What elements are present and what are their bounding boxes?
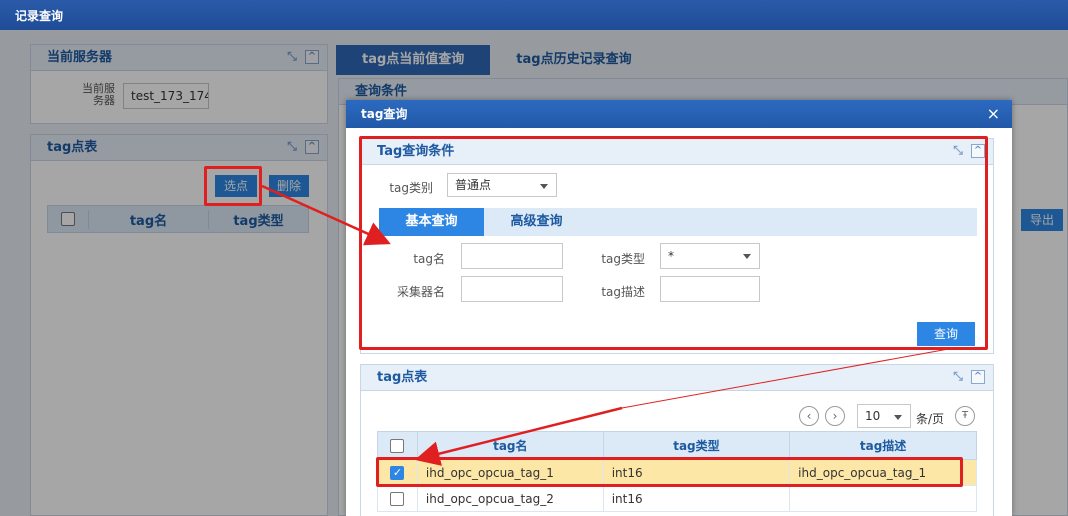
tag-list-panel: tag点表 ⤡ ^ ‹ › 10 条/页 Ŧ tag名 tag类型 tag描述 <box>360 364 994 516</box>
table-row[interactable]: ihd_opc_opcua_tag_2 int16 <box>377 485 977 512</box>
table-row[interactable]: ✓ ihd_opc_opcua_tag_1 int16 ihd_opc_opcu… <box>377 459 977 486</box>
collector-label: 采集器名 <box>396 285 445 299</box>
tag-condition-panel: Tag查询条件 ⤡ ^ tag类别 普通点 基本查询 高级查询 tag名 tag… <box>360 138 994 354</box>
prev-page-icon[interactable]: ‹ <box>799 406 819 426</box>
header-tag-name[interactable]: tag名 <box>416 431 604 460</box>
header-tag-desc[interactable]: tag描述 <box>789 431 977 460</box>
page-size-select[interactable]: 10 <box>857 404 911 428</box>
row-checkbox-cell: ✓ <box>377 459 418 486</box>
row-tag-desc <box>789 485 977 512</box>
chevron-down-icon <box>894 415 902 420</box>
column-settings-icon[interactable]: Ŧ <box>955 406 975 426</box>
tag-type-select[interactable]: * <box>660 243 760 269</box>
table-header-row: tag名 tag类型 tag描述 <box>377 431 977 460</box>
chevron-down-icon <box>540 184 548 189</box>
query-mode-tabs: 基本查询 高级查询 <box>379 208 977 236</box>
header-checkbox-cell <box>377 431 418 460</box>
row-checkbox-cell <box>377 485 418 512</box>
header-tag-type[interactable]: tag类型 <box>602 431 791 460</box>
page-unit-label: 条/页 <box>916 412 945 426</box>
category-select-value: 普通点 <box>455 178 492 192</box>
collapse-icon[interactable]: ^ <box>971 144 985 158</box>
tab-basic-query[interactable]: 基本查询 <box>379 208 484 236</box>
collapse-icon[interactable]: ^ <box>971 370 985 384</box>
dialog-title: tag查询 × <box>346 100 1012 128</box>
expand-icon[interactable]: ⤡ <box>951 144 965 158</box>
query-button[interactable]: 查询 <box>917 322 975 346</box>
condition-panel-title: Tag查询条件 ⤡ ^ <box>361 139 993 165</box>
tag-type-select-value: * <box>668 249 674 263</box>
row-tag-desc: ihd_opc_opcua_tag_1 <box>789 459 977 486</box>
collector-input[interactable] <box>461 276 563 302</box>
page-size-value: 10 <box>865 409 881 423</box>
tag-list-title: tag点表 ⤡ ^ <box>361 365 993 391</box>
tab-advanced-query[interactable]: 高级查询 <box>484 208 589 236</box>
dialog-title-text: tag查询 <box>361 107 408 121</box>
row-tag-name: ihd_opc_opcua_tag_2 <box>416 485 604 512</box>
condition-panel-title-text: Tag查询条件 <box>377 144 455 159</box>
tag-desc-input[interactable] <box>660 276 760 302</box>
row-checkbox[interactable]: ✓ <box>390 465 405 480</box>
tag-desc-label: tag描述 <box>601 285 645 299</box>
tag-name-label: tag名 <box>413 252 445 266</box>
tag-type-label: tag类型 <box>601 252 645 266</box>
category-select[interactable]: 普通点 <box>447 173 557 197</box>
next-page-icon[interactable]: › <box>825 406 845 426</box>
window-title: 记录查询 <box>0 0 1068 30</box>
row-tag-type: int16 <box>602 459 791 486</box>
select-all-checkbox[interactable] <box>390 438 405 453</box>
chevron-down-icon <box>743 254 751 259</box>
tag-table: tag名 tag类型 tag描述 ✓ ihd_opc_opcua_tag_1 i… <box>377 431 977 512</box>
tag-name-input[interactable] <box>461 243 563 269</box>
tag-query-dialog: tag查询 × Tag查询条件 ⤡ ^ tag类别 普通点 基本查询 高级查询 … <box>346 100 1012 516</box>
tag-list-title-text: tag点表 <box>377 370 428 385</box>
row-tag-name: ihd_opc_opcua_tag_1 <box>416 459 604 486</box>
category-label: tag类别 <box>389 181 433 195</box>
expand-icon[interactable]: ⤡ <box>951 370 965 384</box>
close-icon[interactable]: × <box>987 100 1000 128</box>
row-tag-type: int16 <box>602 485 791 512</box>
row-checkbox[interactable] <box>390 491 405 506</box>
